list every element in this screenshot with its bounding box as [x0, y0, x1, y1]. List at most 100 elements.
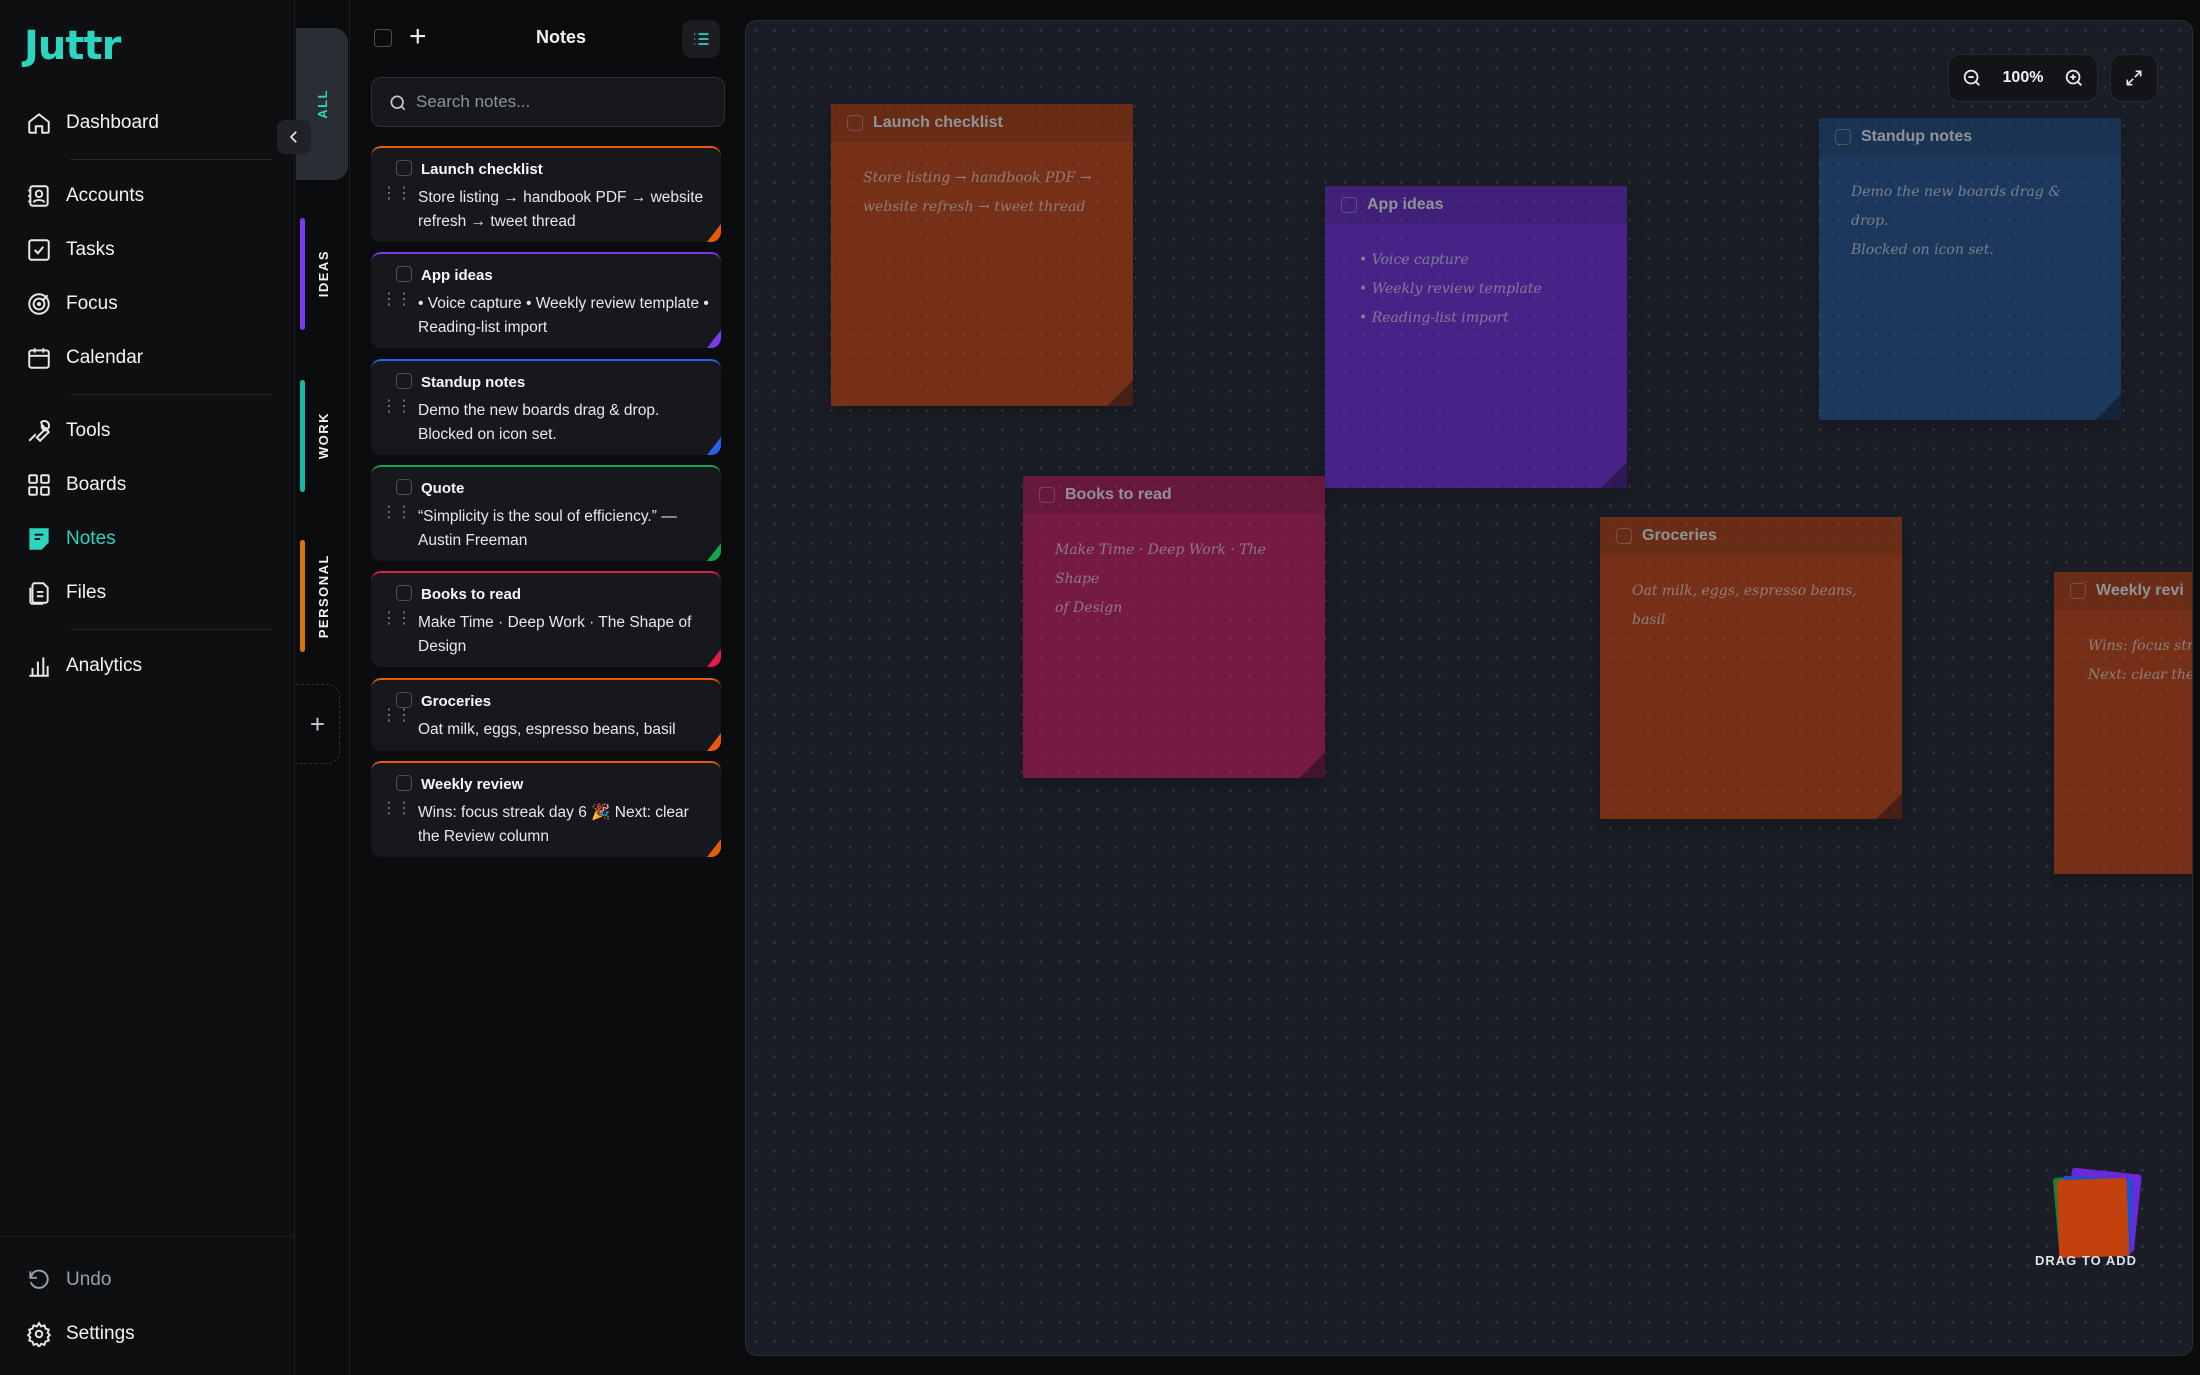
note-card-groceries[interactable]: ⋮⋮ Groceries Oat milk, eggs, espresso be…	[371, 678, 721, 751]
nav-item-analytics[interactable]: Analytics	[14, 639, 272, 693]
fullscreen-button[interactable]	[2110, 54, 2158, 102]
folder-color-bar	[300, 540, 305, 652]
add-folder-button[interactable]: +	[296, 684, 340, 764]
drag-handle-icon[interactable]: ⋮⋮	[381, 801, 412, 817]
sticky-checkbox[interactable]	[2070, 583, 2086, 599]
nav-item-focus[interactable]: Focus	[14, 277, 272, 331]
note-body: Wins: focus streak day 6 🎉 Next: clear t…	[418, 804, 689, 845]
undo-icon	[29, 1269, 49, 1289]
folder-tab-work[interactable]: WORK	[300, 380, 346, 492]
note-color-corner	[707, 839, 721, 857]
sticky-body: Make Time · Deep Work · The Shape of Des…	[1055, 542, 1266, 616]
checkbox-icon	[28, 239, 50, 261]
drag-handle-icon[interactable]: ⋮⋮	[381, 292, 412, 308]
note-title: Quote	[421, 480, 465, 497]
folder-tab-personal[interactable]: PERSONAL	[300, 540, 346, 652]
sidebar-bottom-divider	[0, 1236, 295, 1237]
sticky-header[interactable]: Launch checklist	[831, 104, 1133, 142]
sidebar: Juttr Dashboard Accounts Tasks Focus Cal…	[0, 0, 295, 1375]
sticky-note-launch-checklist[interactable]: Launch checklist Store listing → handboo…	[831, 104, 1133, 406]
note-body: “Simplicity is the soul of efficiency.” …	[418, 508, 677, 549]
notes-list-header: + Notes	[351, 18, 733, 58]
nav-item-boards[interactable]: Boards	[14, 458, 272, 512]
board-canvas[interactable]: 100% Launch checklist Store listing → ha…	[745, 20, 2193, 1356]
drag-handle-icon[interactable]: ⋮⋮	[381, 708, 412, 724]
zoom-in-icon[interactable]	[2063, 67, 2085, 89]
stack-paper-orange	[2056, 1177, 2130, 1259]
sticky-body: Wins: focus stre Next: clear the R	[2088, 638, 2193, 683]
sticky-header[interactable]: Standup notes	[1819, 118, 2121, 156]
nav-item-files[interactable]: Files	[14, 566, 272, 620]
sticky-fold	[1876, 793, 1902, 819]
note-checkbox[interactable]	[396, 479, 412, 495]
sticky-fold	[2095, 394, 2121, 420]
sticky-note-standup-notes[interactable]: Standup notes Demo the new boards drag &…	[1819, 118, 2121, 420]
sticky-body: Oat milk, eggs, espresso beans, basil	[1632, 583, 1857, 628]
drag-handle-icon[interactable]: ⋮⋮	[381, 505, 412, 521]
sticky-checkbox[interactable]	[1616, 528, 1632, 544]
sidebar-bottom: Undo Settings	[14, 1253, 272, 1361]
note-body: Make Time · Deep Work · The Shape of Des…	[418, 614, 692, 655]
drag-handle-icon[interactable]: ⋮⋮	[381, 186, 412, 202]
note-checkbox[interactable]	[396, 692, 412, 708]
note-card-weekly-review[interactable]: ⋮⋮ Weekly review Wins: focus streak day …	[371, 761, 721, 857]
sticky-note-groceries[interactable]: Groceries Oat milk, eggs, espresso beans…	[1600, 517, 1902, 819]
zoom-out-icon[interactable]	[1961, 67, 1983, 89]
sticky-note-books-to-read[interactable]: Books to read Make Time · Deep Work · Th…	[1023, 476, 1325, 778]
folder-tab-all[interactable]: ALL	[296, 28, 348, 180]
sticky-title: Books to read	[1065, 486, 1172, 503]
note-title: Standup notes	[421, 374, 526, 391]
nav-item-tools[interactable]: Tools	[14, 404, 272, 458]
drag-handle-icon[interactable]: ⋮⋮	[381, 399, 412, 415]
note-card-standup-notes[interactable]: ⋮⋮ Standup notes Demo the new boards dra…	[371, 359, 721, 455]
nav-item-tasks[interactable]: Tasks	[14, 223, 272, 277]
note-checkbox[interactable]	[396, 160, 412, 176]
sticky-note-app-ideas[interactable]: App ideas • Voice capture • Weekly revie…	[1325, 186, 1627, 488]
note-card-books-to-read[interactable]: ⋮⋮ Books to read Make Time · Deep Work ·…	[371, 571, 721, 667]
note-checkbox[interactable]	[396, 373, 412, 389]
note-color-corner	[707, 437, 721, 455]
folder-tab-ideas[interactable]: IDEAS	[300, 218, 346, 330]
note-checkbox[interactable]	[396, 266, 412, 282]
collapse-sidebar-button[interactable]	[277, 120, 311, 154]
nav-label: Boards	[66, 474, 127, 495]
nav-label: Dashboard	[66, 112, 159, 133]
note-color-corner	[707, 330, 721, 348]
sticky-note-weekly-review[interactable]: Weekly revi Wins: focus stre Next: clear…	[2054, 572, 2193, 874]
app-logo[interactable]: Juttr	[24, 23, 121, 69]
main-nav: Dashboard Accounts Tasks Focus Calendar …	[14, 96, 272, 693]
nav-item-calendar[interactable]: Calendar	[14, 331, 272, 385]
sticky-header[interactable]: Books to read	[1023, 476, 1325, 514]
note-checkbox[interactable]	[396, 775, 412, 791]
sticky-checkbox[interactable]	[847, 115, 863, 131]
sticky-header[interactable]: App ideas	[1325, 186, 1627, 224]
list-view-button[interactable]	[682, 20, 720, 58]
search-input[interactable]	[416, 92, 706, 112]
note-title: Groceries	[421, 693, 492, 710]
nav-item-dashboard[interactable]: Dashboard	[14, 96, 272, 150]
nav-divider	[70, 159, 272, 160]
drag-to-add-stack[interactable]: DRAG TO ADD	[2016, 1151, 2156, 1291]
grid-icon	[28, 474, 50, 496]
note-body: Demo the new boards drag & drop. Blocked…	[418, 402, 660, 443]
sticky-checkbox[interactable]	[1341, 197, 1357, 213]
search-icon	[390, 95, 406, 111]
nav-item-accounts[interactable]: Accounts	[14, 169, 272, 223]
note-card-app-ideas[interactable]: ⋮⋮ App ideas • Voice capture • Weekly re…	[371, 252, 721, 348]
note-card-launch-checklist[interactable]: ⋮⋮ Launch checklist Store listing → hand…	[371, 146, 721, 242]
undo-button[interactable]: Undo	[14, 1253, 272, 1307]
sticky-title: Standup notes	[1861, 128, 1973, 145]
nav-label: Analytics	[66, 655, 143, 676]
drag-handle-icon[interactable]: ⋮⋮	[381, 611, 412, 627]
settings-button[interactable]: Settings	[14, 1307, 272, 1361]
sticky-header[interactable]: Weekly revi	[2054, 572, 2192, 610]
sticky-header[interactable]: Groceries	[1600, 517, 1902, 555]
note-checkbox[interactable]	[396, 585, 412, 601]
nav-label: Notes	[66, 528, 116, 549]
notes-list-panel: + Notes ⋮⋮ Launch checklist Store listin…	[351, 0, 733, 1375]
gear-icon	[26, 1321, 52, 1347]
sticky-checkbox[interactable]	[1835, 129, 1851, 145]
sticky-checkbox[interactable]	[1039, 487, 1055, 503]
note-card-quote[interactable]: ⋮⋮ Quote “Simplicity is the soul of effi…	[371, 465, 721, 561]
nav-item-notes[interactable]: Notes	[14, 512, 272, 566]
